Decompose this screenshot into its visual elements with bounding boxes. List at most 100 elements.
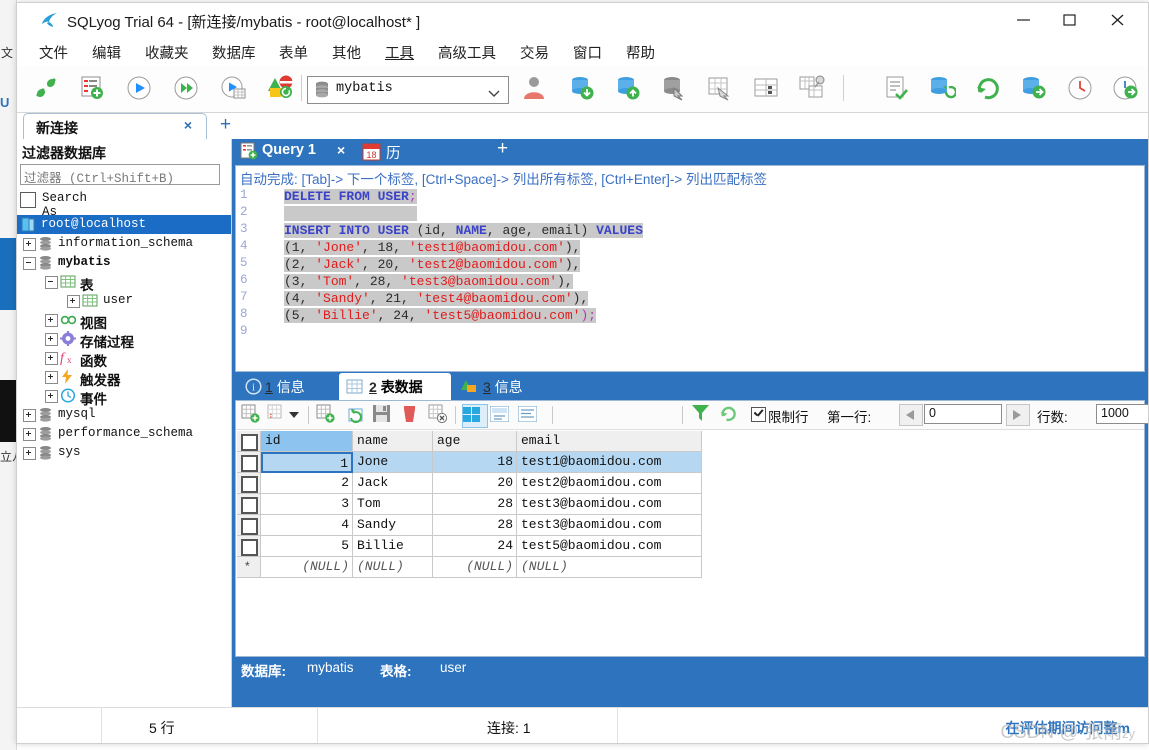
close-button[interactable] [1096, 3, 1142, 35]
cancel-changes-icon[interactable] [428, 404, 452, 426]
row-checkbox-cell[interactable] [237, 473, 261, 494]
dropdown-caret-icon[interactable] [289, 404, 301, 426]
save-changes-icon[interactable] [372, 404, 396, 426]
execute-query-icon[interactable] [122, 71, 156, 105]
menu-other[interactable]: 其他 [332, 42, 361, 63]
tree-item-sys[interactable]: sys [17, 443, 231, 462]
cell-email[interactable]: test1@baomidou.com [517, 452, 702, 473]
user-manager-icon[interactable] [517, 71, 551, 105]
cell-name[interactable]: Billie [353, 536, 433, 557]
sql-code[interactable]: DELETE FROM USER; INSERT INTO USER (id, … [256, 188, 1144, 371]
refresh-data-icon[interactable] [719, 404, 743, 426]
tree-item-mysql[interactable]: mysql [17, 405, 231, 424]
menu-tools[interactable]: 工具 [385, 42, 414, 63]
filter-icon[interactable] [691, 404, 715, 426]
tree-item-information-schema[interactable]: information_schema [17, 234, 231, 253]
tab-query-1[interactable]: Query 1 × [236, 139, 356, 165]
row-checkbox-cell[interactable] [237, 452, 261, 473]
cell-email[interactable]: test3@baomidou.com [517, 494, 702, 515]
new-query-icon[interactable] [75, 71, 109, 105]
tree-item-performance-schema[interactable]: performance_schema [17, 424, 231, 443]
sql-editor[interactable]: 自动完成: [Tab]-> 下一个标签, [Ctrl+Space]-> 列出所有… [235, 165, 1145, 372]
select-all-checkbox[interactable] [241, 434, 258, 451]
row-checkbox-cell[interactable] [237, 515, 261, 536]
cell-email-null[interactable]: (NULL) [517, 557, 702, 578]
expander-plus-icon[interactable] [67, 295, 80, 308]
limit-rows-checkbox[interactable] [751, 407, 766, 422]
cell-id[interactable]: 2 [261, 473, 353, 494]
row-checkbox[interactable] [241, 476, 258, 493]
import-data-icon[interactable] [565, 71, 599, 105]
cell-id[interactable]: 3 [261, 494, 353, 515]
add-query-tab-button[interactable]: + [497, 138, 508, 160]
table-row[interactable]: 5 Billie 24 test5@baomidou.com [237, 536, 702, 557]
cell-age[interactable]: 18 [433, 452, 517, 473]
first-row-input[interactable]: 0 [924, 404, 1002, 424]
query-builder-icon[interactable] [879, 71, 913, 105]
execute-to-grid-icon[interactable] [216, 71, 250, 105]
cell-age[interactable]: 24 [433, 536, 517, 557]
column-header-email[interactable]: email [517, 431, 702, 452]
tree-item-user-table[interactable]: user [17, 291, 231, 310]
cell-id[interactable]: 1 [261, 452, 353, 473]
minimize-button[interactable] [1002, 3, 1048, 35]
tab-result-info-3[interactable]: 3 信息 [455, 373, 551, 400]
cell-name[interactable]: Tom [353, 494, 433, 515]
column-header-name[interactable]: name [353, 431, 433, 452]
menu-form[interactable]: 表单 [279, 42, 308, 63]
cell-email[interactable]: test3@baomidou.com [517, 515, 702, 536]
cell-id[interactable]: 4 [261, 515, 353, 536]
db-sync-icon[interactable] [925, 71, 959, 105]
table-data-icon[interactable] [749, 71, 783, 105]
expander-plus-icon[interactable] [23, 428, 36, 441]
add-row-icon[interactable] [241, 404, 265, 426]
expander-plus-icon[interactable] [45, 371, 58, 384]
expander-plus-icon[interactable] [45, 333, 58, 346]
text-view-icon[interactable] [517, 404, 542, 426]
grid-view-icon[interactable] [462, 404, 488, 428]
expander-minus-icon[interactable] [45, 276, 58, 289]
menu-favorites[interactable]: 收藏夹 [145, 42, 189, 63]
tree-item-events[interactable]: 事件 [17, 386, 231, 407]
table-diagnostics-icon[interactable] [703, 71, 737, 105]
tab-query-1-close-icon[interactable]: × [337, 142, 345, 158]
table-row[interactable]: 1 Jone 18 test1@baomidou.com [237, 452, 702, 473]
cell-age[interactable]: 28 [433, 515, 517, 536]
update-row-icon[interactable] [344, 404, 368, 426]
column-header-age[interactable]: age [433, 431, 517, 452]
tree-item-views[interactable]: 视图 [17, 310, 231, 331]
column-filter-icon[interactable] [267, 404, 291, 426]
tree-item-procedures[interactable]: 存储过程 [17, 329, 231, 350]
row-checkbox-cell[interactable] [237, 494, 261, 515]
row-checkbox[interactable] [241, 518, 258, 535]
cell-age[interactable]: 28 [433, 494, 517, 515]
tree-item-functions[interactable]: fx 函数 [17, 348, 231, 369]
database-select[interactable]: mybatis [307, 76, 509, 104]
backup-db-icon[interactable] [657, 71, 691, 105]
expander-plus-icon[interactable] [45, 352, 58, 365]
tree-item-root[interactable]: root@localhost [17, 215, 231, 234]
maximize-button[interactable] [1048, 3, 1094, 35]
schema-sync-icon[interactable] [263, 71, 297, 105]
schema-designer-icon[interactable] [795, 71, 829, 105]
expander-plus-icon[interactable] [45, 314, 58, 327]
cell-id[interactable]: 5 [261, 536, 353, 557]
row-checkbox[interactable] [241, 497, 258, 514]
export-data-icon[interactable] [611, 71, 645, 105]
expander-plus-icon[interactable] [23, 447, 36, 460]
select-all-checkbox-cell[interactable] [237, 431, 261, 452]
add-connection-tab-button[interactable]: + [220, 114, 231, 136]
menu-window[interactable]: 窗口 [573, 42, 602, 63]
cell-email[interactable]: test2@baomidou.com [517, 473, 702, 494]
menu-help[interactable]: 帮助 [626, 42, 655, 63]
tab-result-info-1[interactable]: i 1 信息 [239, 373, 335, 400]
expander-plus-icon[interactable] [45, 390, 58, 403]
table-row[interactable]: 2 Jack 20 test2@baomidou.com [237, 473, 702, 494]
scheduler-icon[interactable] [1063, 71, 1097, 105]
cell-id-null[interactable]: (NULL) [261, 557, 353, 578]
cell-name-null[interactable]: (NULL) [353, 557, 433, 578]
row-checkbox[interactable] [241, 539, 258, 556]
run-job-icon[interactable] [1109, 71, 1143, 105]
delete-row-icon[interactable] [400, 404, 424, 426]
cell-name[interactable]: Jack [353, 473, 433, 494]
